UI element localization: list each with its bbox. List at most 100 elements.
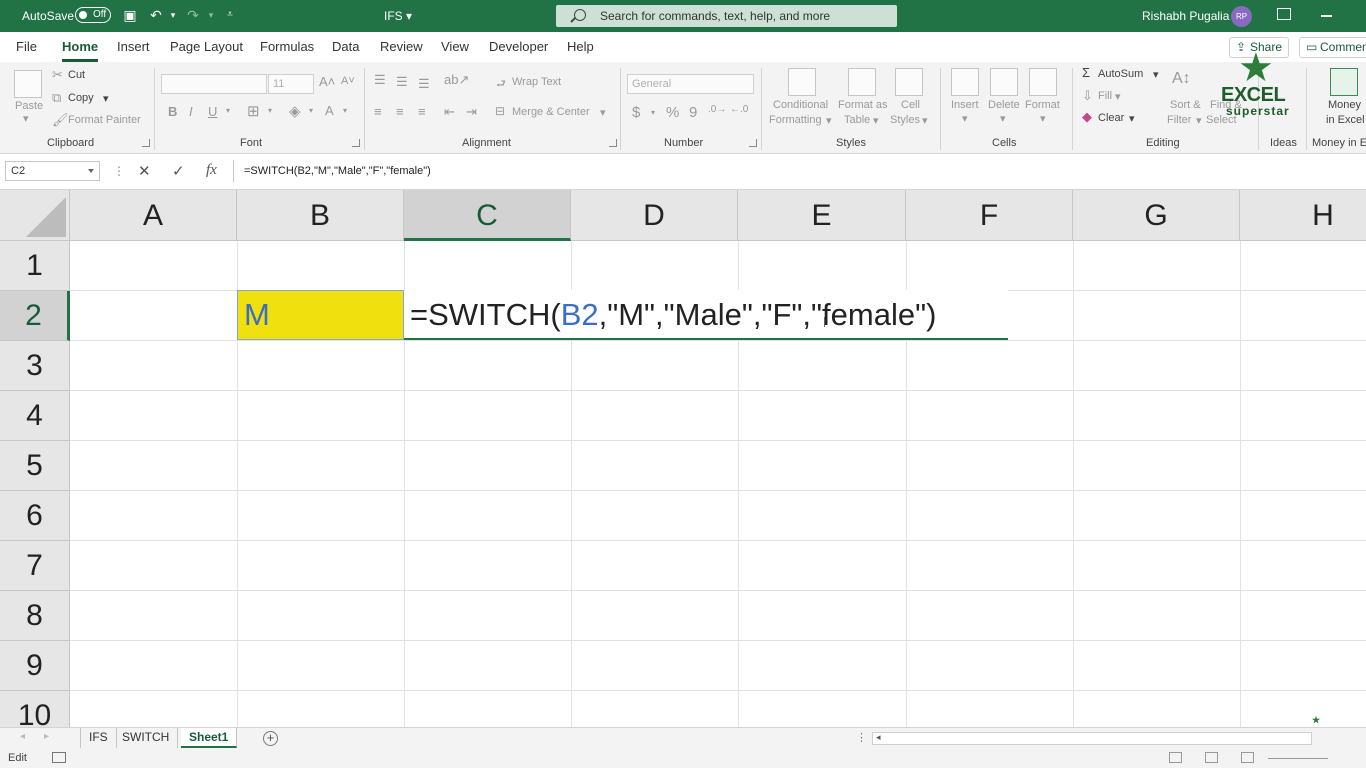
row-header-10[interactable]: 10	[0, 691, 70, 727]
column-header-f[interactable]: F	[906, 190, 1073, 241]
format-cells-dropdown-icon[interactable]: ▾	[1040, 112, 1046, 125]
decrease-indent-icon[interactable]: ⇤	[444, 104, 455, 120]
column-header-g[interactable]: G	[1073, 190, 1240, 241]
comma-style-icon[interactable]: 9	[689, 104, 697, 121]
currency-dropdown-icon[interactable]: ▾	[651, 108, 655, 117]
redo-icon[interactable]: ↷	[185, 7, 201, 23]
font-size-combo[interactable]: 11	[268, 74, 314, 94]
search-box[interactable]: Search for commands, text, help, and mor…	[556, 5, 897, 27]
clear-button[interactable]: Clear	[1098, 112, 1124, 124]
delete-cells-dropdown-icon[interactable]: ▾	[1000, 112, 1006, 125]
page-layout-view-icon[interactable]	[1205, 752, 1218, 763]
middle-align-icon[interactable]: ☰	[396, 74, 408, 90]
font-name-combo[interactable]	[161, 74, 267, 94]
document-title[interactable]: IFS ▾	[384, 9, 412, 23]
ribbon-display-options-icon[interactable]	[1277, 8, 1291, 20]
insert-cells-button[interactable]: Insert	[951, 99, 979, 111]
autosum-button[interactable]: AutoSum	[1098, 68, 1143, 80]
bottom-align-icon[interactable]: ☰	[418, 76, 430, 92]
money-line1[interactable]: Money	[1328, 99, 1361, 111]
add-sheet-icon[interactable]: +	[263, 731, 278, 746]
row-header-3[interactable]: 3	[0, 341, 70, 391]
column-header-h[interactable]: H	[1240, 190, 1366, 241]
paste-dropdown-icon[interactable]: ▾	[23, 112, 29, 125]
tab-insert[interactable]: Insert	[117, 39, 150, 54]
save-icon[interactable]: ▣	[122, 7, 138, 23]
redo-dropdown-icon[interactable]: ▾	[203, 7, 219, 23]
tab-home[interactable]: Home	[62, 39, 99, 62]
format-as-table-dropdown-icon[interactable]: ▾	[873, 114, 879, 127]
autosave-toggle[interactable]: Off	[75, 7, 111, 23]
sheet-tab-sheet1[interactable]: Sheet1	[181, 728, 238, 748]
merge-dropdown-icon[interactable]: ▾	[600, 106, 606, 119]
copy-dropdown-icon[interactable]: ▾	[103, 92, 109, 105]
column-header-d[interactable]: D	[571, 190, 738, 241]
top-align-icon[interactable]: ☰	[374, 72, 386, 88]
sort-filter-line2[interactable]: Filter	[1167, 114, 1191, 126]
column-header-e[interactable]: E	[738, 190, 906, 241]
undo-icon[interactable]: ↶	[148, 7, 164, 23]
comments-button[interactable]: ▭Comments	[1299, 37, 1366, 58]
sort-filter-dropdown-icon[interactable]: ▾	[1196, 114, 1202, 127]
italic-icon[interactable]: I	[189, 104, 193, 119]
money-line2[interactable]: in Excel	[1326, 114, 1365, 126]
format-as-table-line1[interactable]: Format as	[838, 99, 888, 111]
paste-icon[interactable]	[14, 70, 42, 98]
delete-cells-button[interactable]: Delete	[988, 99, 1020, 111]
tab-file[interactable]: File	[16, 39, 37, 54]
customize-toolbar-icon[interactable]: ⩡	[222, 7, 238, 23]
cut-button[interactable]: Cut	[68, 69, 85, 81]
cell-b2[interactable]: M	[237, 290, 404, 340]
minimize-icon[interactable]	[1321, 15, 1332, 17]
merge-center-button[interactable]: Merge & Center	[512, 106, 590, 118]
tab-developer[interactable]: Developer	[489, 39, 548, 54]
macro-record-icon[interactable]	[52, 752, 66, 763]
select-all-button[interactable]	[0, 190, 70, 241]
borders-dropdown-icon[interactable]: ▾	[268, 106, 272, 115]
align-right-icon[interactable]: ≡	[418, 104, 426, 119]
underline-dropdown-icon[interactable]: ▾	[226, 106, 230, 115]
decrease-decimal-icon[interactable]: ←.0	[730, 104, 748, 115]
user-name[interactable]: Rishabh Pugalia	[1142, 9, 1229, 23]
cell-styles-dropdown-icon[interactable]: ▾	[922, 114, 928, 127]
underline-icon[interactable]: U	[208, 104, 217, 119]
tab-review[interactable]: Review	[380, 39, 423, 54]
insert-cells-dropdown-icon[interactable]: ▾	[962, 112, 968, 125]
clipboard-launcher-icon[interactable]	[142, 139, 150, 147]
tab-data[interactable]: Data	[332, 39, 359, 54]
conditional-formatting-dropdown-icon[interactable]: ▾	[826, 114, 832, 127]
page-break-view-icon[interactable]	[1241, 752, 1254, 763]
increase-font-icon[interactable]: A˄	[319, 74, 335, 89]
cell-styles-line1[interactable]: Cell	[901, 99, 920, 111]
undo-dropdown-icon[interactable]: ▾	[165, 7, 181, 23]
autosum-dropdown-icon[interactable]: ▾	[1153, 68, 1159, 81]
sheet-tab-switch[interactable]: SWITCH	[114, 728, 179, 748]
fill-button[interactable]: Fill	[1098, 90, 1112, 102]
enter-icon[interactable]: ✓	[172, 162, 185, 180]
conditional-formatting-line1[interactable]: Conditional	[773, 99, 828, 111]
row-header-5[interactable]: 5	[0, 441, 70, 491]
avatar[interactable]: RP	[1231, 6, 1252, 27]
row-header-7[interactable]: 7	[0, 541, 70, 591]
currency-icon[interactable]: $	[632, 104, 640, 121]
row-header-4[interactable]: 4	[0, 391, 70, 441]
format-painter-button[interactable]: Format Painter	[68, 114, 141, 126]
row-header-6[interactable]: 6	[0, 491, 70, 541]
bold-icon[interactable]: B	[168, 104, 177, 119]
row-header-8[interactable]: 8	[0, 591, 70, 641]
increase-indent-icon[interactable]: ⇥	[466, 104, 477, 120]
align-center-icon[interactable]: ≡	[396, 104, 404, 119]
copy-button[interactable]: Copy	[68, 92, 94, 104]
decrease-font-icon[interactable]: A˅	[341, 75, 355, 87]
borders-icon[interactable]: ⊞	[247, 102, 260, 120]
wrap-text-button[interactable]: Wrap Text	[512, 76, 561, 88]
row-header-9[interactable]: 9	[0, 641, 70, 691]
font-color-icon[interactable]: A	[325, 103, 334, 118]
scroll-left-icon[interactable]: ◂	[876, 732, 881, 743]
format-as-table-line2[interactable]: Table	[844, 114, 870, 126]
orientation-icon[interactable]: ab↗	[444, 72, 469, 88]
row-header-2[interactable]: 2	[0, 291, 70, 341]
sort-filter-line1[interactable]: Sort &	[1170, 99, 1201, 111]
tab-formulas[interactable]: Formulas	[260, 39, 314, 54]
format-cells-button[interactable]: Format	[1025, 99, 1060, 111]
